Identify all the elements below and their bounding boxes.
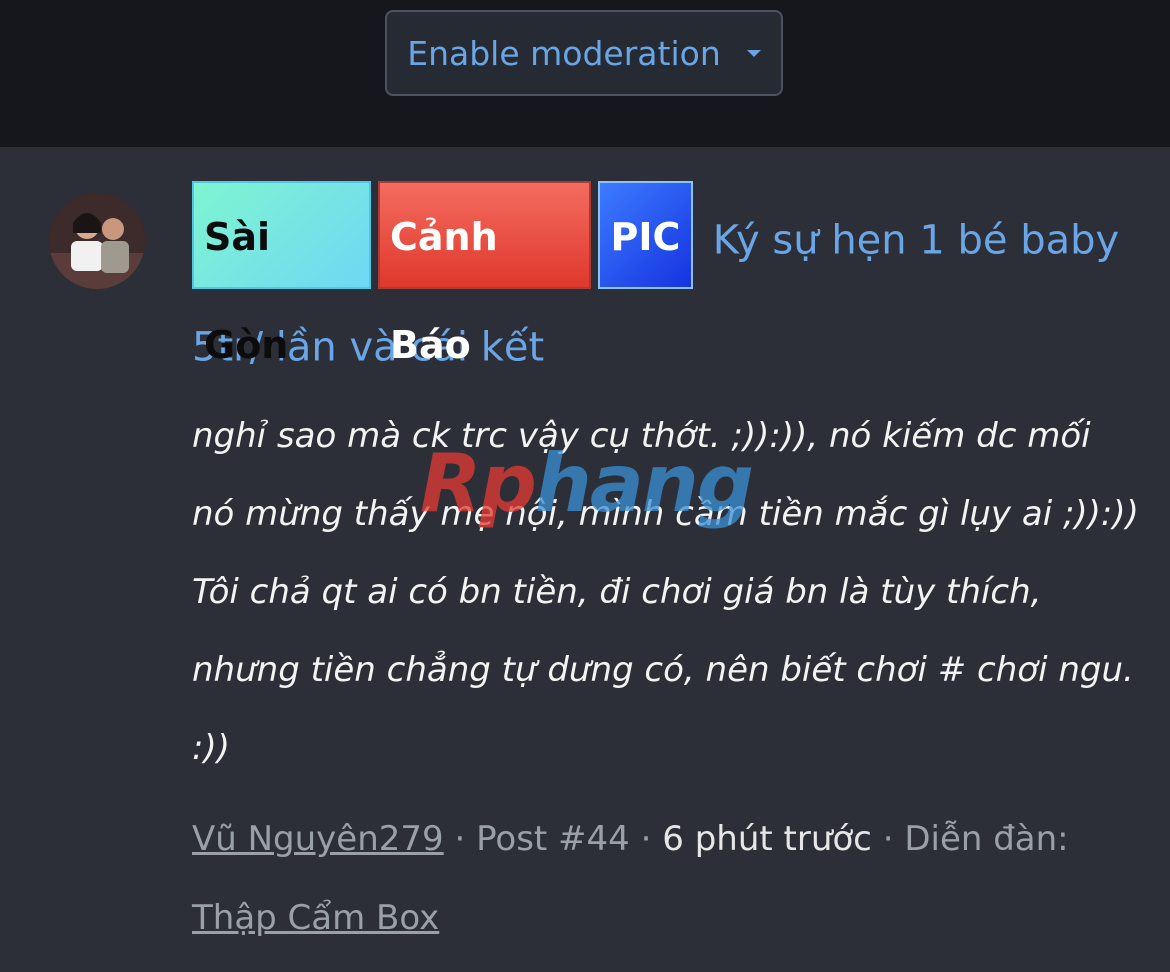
enable-moderation-button[interactable]: Enable moderation	[385, 10, 783, 96]
post-meta: Vũ Nguyên279 · Post #44 · 6 phút trước ·…	[192, 800, 1142, 958]
forum-link[interactable]: Thập Cẩm Box	[192, 898, 439, 938]
top-bar: Enable moderation	[0, 0, 1170, 147]
forum-label: Diễn đàn:	[904, 819, 1069, 859]
author-link[interactable]: Vũ Nguyên279	[192, 819, 444, 859]
thread-title-block: Sài GònCảnh BáoPIC Ký sự hẹn 1 bé baby 5…	[192, 181, 1142, 400]
meta-separator: ·	[454, 819, 466, 859]
enable-moderation-label: Enable moderation	[407, 33, 721, 73]
post-time: 6 phút trước	[662, 819, 872, 859]
site-watermark-logo: Rphang	[420, 437, 754, 530]
caret-down-icon	[746, 49, 761, 57]
prefix-saigon[interactable]: Sài Gòn	[192, 181, 371, 367]
post-number: Post #44	[476, 819, 630, 859]
prefix-canh-bao[interactable]: Cảnh Báo	[378, 181, 591, 367]
avatar-image	[49, 193, 145, 289]
avatar[interactable]	[49, 193, 145, 289]
meta-separator: ·	[640, 819, 652, 859]
thread-post: Sài GònCảnh BáoPIC Ký sự hẹn 1 bé baby 5…	[0, 147, 1170, 972]
meta-separator: ·	[882, 819, 894, 859]
prefix-pic[interactable]: PIC	[598, 181, 693, 289]
